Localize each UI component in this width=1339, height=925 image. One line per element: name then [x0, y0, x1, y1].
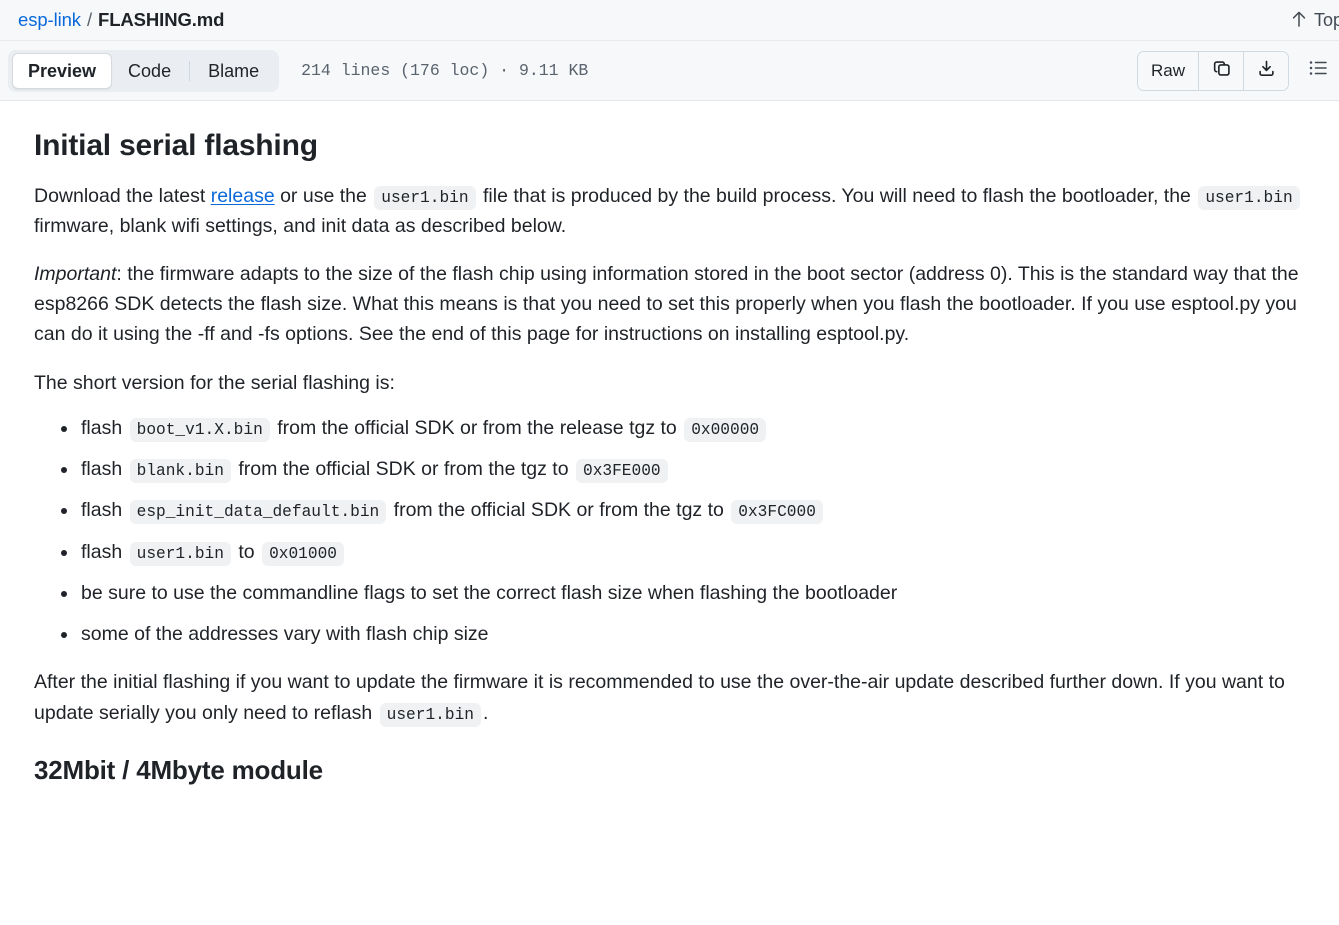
tab-preview[interactable]: Preview	[12, 52, 113, 89]
file-meta-text: 214 lines (176 loc) · 9.11 KB	[301, 61, 589, 80]
list-item-pre: flash	[81, 499, 128, 522]
inline-code-addr-0x3FC000: 0x3FC000	[731, 500, 823, 525]
paragraph-important: Important: the firmware adapts to the si…	[34, 259, 1305, 350]
list-item-mid: from the official SDK or from the releas…	[271, 416, 683, 439]
toolbar-left-group: Preview Code Blame 214 lines (176 loc) ·…	[8, 49, 589, 92]
paragraph-download-part-a: Download the latest	[34, 184, 211, 207]
inline-code-user1-bin-1: user1.bin	[374, 185, 476, 210]
list-item: be sure to use the commandline flags to …	[61, 579, 1305, 608]
tab-code[interactable]: Code	[112, 53, 187, 89]
list-item-mid: to	[232, 540, 261, 563]
flash-steps-list: flash boot_v1.X.bin from the official SD…	[34, 414, 1305, 650]
inline-code-addr-0x3FE000: 0x3FE000	[575, 459, 668, 484]
list-item-pre: some of the addresses vary with flash ch…	[81, 623, 489, 646]
back-to-top-link[interactable]: Top	[1291, 10, 1339, 31]
markdown-content: Initial serial flashing Download the lat…	[0, 101, 1339, 786]
inline-code-addr-0x00000: 0x00000	[684, 417, 767, 442]
list-item-pre: be sure to use the commandline flags to …	[81, 581, 898, 604]
toolbar-right-group: Raw	[1136, 50, 1327, 91]
file-actions-button-group: Raw	[1136, 50, 1289, 91]
list-item: flash user1.bin to 0x01000	[61, 538, 1305, 567]
tab-blame[interactable]: Blame	[192, 53, 275, 89]
inline-code-blank-bin: blank.bin	[129, 459, 231, 484]
paragraph-important-text: : the firmware adapts to the size of the…	[34, 262, 1299, 346]
inline-code-addr-0x01000: 0x01000	[262, 541, 344, 566]
breadcrumb-filename: FLASHING.md	[98, 9, 225, 30]
inline-code-esp-init-data-default-bin: esp_init_data_default.bin	[129, 500, 387, 525]
outline-list-icon	[1307, 57, 1329, 84]
release-link[interactable]: release	[211, 185, 275, 207]
paragraph-download: Download the latest release or use the u…	[34, 181, 1305, 241]
list-item-mid: from the official SDK or from the tgz to	[388, 499, 730, 522]
list-item-pre: flash	[81, 416, 128, 439]
raw-button[interactable]: Raw	[1137, 51, 1198, 90]
inline-code-boot-bin: boot_v1.X.bin	[129, 417, 270, 442]
breadcrumb-separator: /	[86, 9, 92, 30]
inline-code-user1-bin-2: user1.bin	[1198, 185, 1300, 210]
file-header: esp-link / FLASHING.md Top	[0, 0, 1339, 41]
list-item-mid: from the official SDK or from the tgz to	[232, 458, 574, 481]
list-item: flash boot_v1.X.bin from the official SD…	[61, 414, 1305, 443]
file-toolbar: Preview Code Blame 214 lines (176 loc) ·…	[0, 41, 1339, 101]
list-item: flash blank.bin from the official SDK or…	[61, 455, 1305, 484]
arrow-up-icon	[1291, 10, 1307, 30]
inline-code-user1-bin-4: user1.bin	[379, 702, 481, 727]
download-raw-file-button[interactable]	[1243, 51, 1288, 90]
paragraph-after-part-a: After the initial flashing if you want t…	[34, 671, 1285, 724]
breadcrumb-repo-link[interactable]: esp-link	[18, 9, 81, 31]
download-icon	[1257, 59, 1276, 83]
list-item: some of the addresses vary with flash ch…	[61, 620, 1305, 649]
list-item: flash esp_init_data_default.bin from the…	[61, 496, 1305, 525]
paragraph-short-version: The short version for the serial flashin…	[34, 371, 395, 394]
copy-icon	[1212, 59, 1231, 83]
list-item-pre: flash	[81, 540, 128, 563]
important-emphasis: Important	[34, 262, 117, 285]
paragraph-after-flashing: After the initial flashing if you want t…	[34, 667, 1305, 727]
symbols-outline-button[interactable]	[1303, 56, 1333, 86]
segmented-divider	[189, 60, 191, 81]
copy-raw-contents-button[interactable]	[1198, 51, 1243, 90]
inline-code-user1-bin-3: user1.bin	[129, 541, 231, 566]
list-item-pre: flash	[81, 458, 128, 481]
back-to-top-label: Top	[1313, 9, 1339, 30]
view-mode-segmented-control: Preview Code Blame	[8, 49, 280, 92]
heading-32mbit-module: 32Mbit / 4Mbyte module	[34, 754, 323, 785]
paragraph-download-part-c: file that is produced by the build proce…	[477, 184, 1197, 207]
paragraph-download-part-d: firmware, blank wifi settings, and init …	[34, 214, 567, 237]
paragraph-after-part-b: .	[482, 701, 489, 724]
paragraph-download-part-b: or use the	[274, 184, 373, 207]
breadcrumb: esp-link / FLASHING.md	[18, 9, 224, 31]
heading-initial-serial-flashing: Initial serial flashing	[34, 129, 318, 162]
